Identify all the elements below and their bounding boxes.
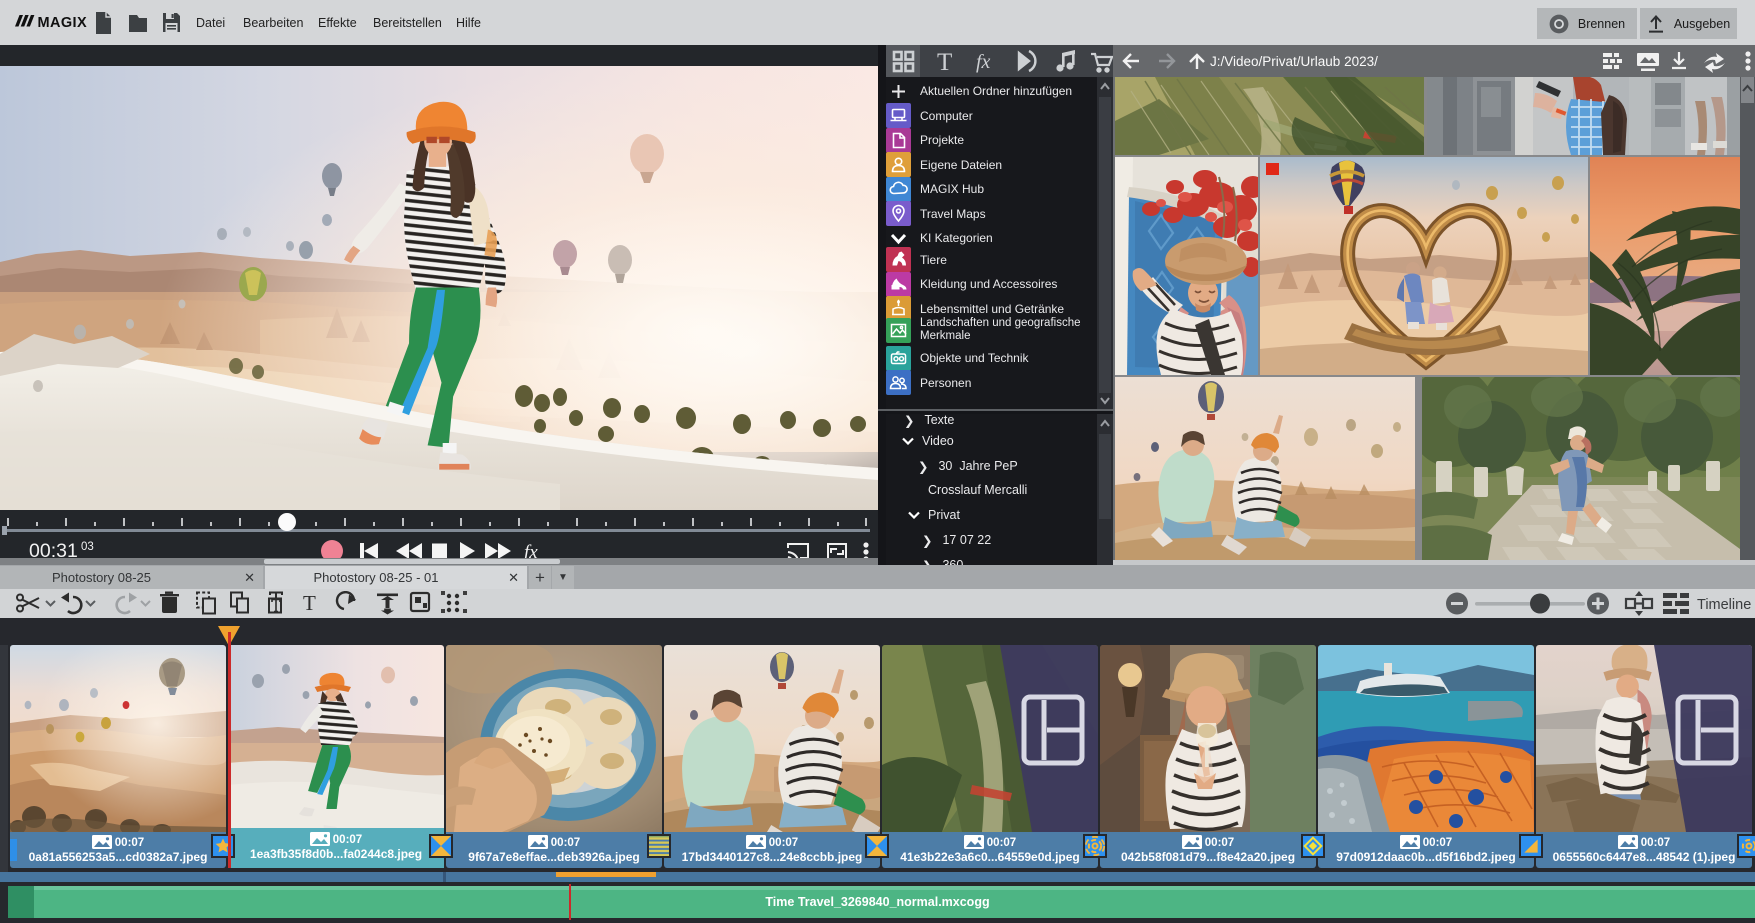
svg-text:Timeline: Timeline <box>1697 597 1751 613</box>
svg-text:MAGIX: MAGIX <box>38 15 88 31</box>
svg-text:T: T <box>303 591 316 615</box>
svg-text:fx: fx <box>976 51 991 73</box>
svg-text:T: T <box>937 49 952 76</box>
